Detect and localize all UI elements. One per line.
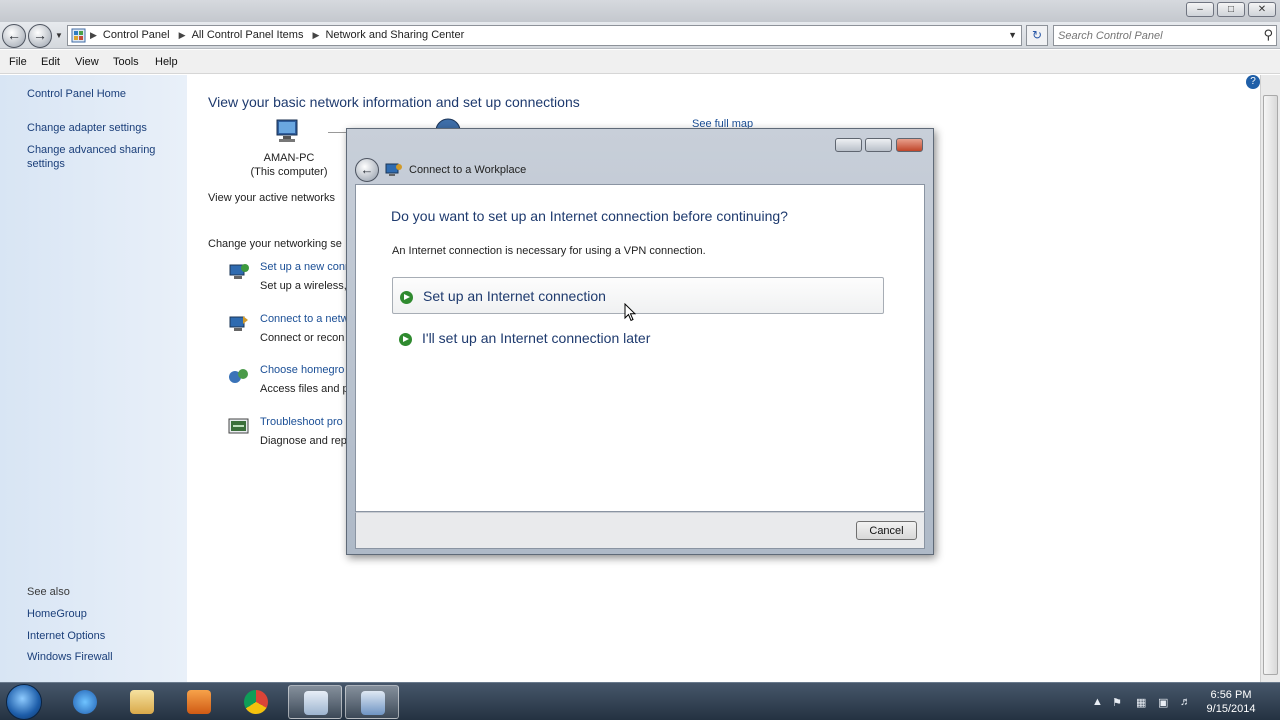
- dialog-title: Connect to a Workplace: [409, 164, 527, 176]
- see-also-heading: See also: [27, 586, 70, 598]
- workplace-network-icon: [385, 163, 402, 176]
- dialog-minimize-button[interactable]: [835, 138, 862, 152]
- taskbar-ie[interactable]: [58, 685, 112, 719]
- forward-arrow-icon[interactable]: →: [28, 24, 52, 48]
- mouse-cursor-icon: [624, 303, 636, 322]
- internet-explorer-icon: [73, 690, 97, 714]
- action-center-icon[interactable]: ⚑: [1112, 696, 1122, 709]
- dialog-question: Do you want to set up an Internet connec…: [391, 208, 788, 224]
- dialog-note: An Internet connection is necessary for …: [392, 245, 706, 257]
- menu-file[interactable]: File: [9, 56, 27, 68]
- setup-later-option[interactable]: I'll set up an Internet connection later: [392, 320, 884, 357]
- control-panel-icon: [361, 691, 385, 715]
- change-networking-heading: Change your networking se: [208, 238, 342, 250]
- breadcrumb: ▶ Control Panel ▶ All Control Panel Items …: [90, 29, 465, 41]
- minimize-button[interactable]: –: [1186, 2, 1214, 17]
- windows-firewall-link[interactable]: Windows Firewall: [27, 650, 113, 664]
- menu-view[interactable]: View: [75, 56, 99, 68]
- computer-icon: [276, 119, 298, 142]
- network-line: [328, 132, 346, 133]
- address-bar[interactable]: ▶ Control Panel ▶ All Control Panel Items …: [67, 25, 1022, 46]
- window-title-bar: – □ ✕: [0, 0, 1280, 22]
- task-link-connect-network[interactable]: Connect to a netw: [260, 313, 349, 325]
- task-desc-connect-network: Connect or recon: [260, 332, 345, 344]
- taskbar-media-player[interactable]: [172, 685, 226, 719]
- computer-name: AMAN-PC: [263, 152, 315, 164]
- menu-help[interactable]: Help: [155, 56, 178, 68]
- homegroup-icon: [229, 369, 248, 383]
- folder-icon: [130, 690, 154, 714]
- dialog-maximize-button[interactable]: [865, 138, 892, 152]
- troubleshoot-icon: [228, 418, 249, 434]
- maximize-button[interactable]: □: [1217, 2, 1245, 17]
- connect-network-icon: [229, 316, 248, 331]
- search-icon[interactable]: ⚲: [1263, 27, 1273, 43]
- task-link-new-connection[interactable]: Set up a new conn: [260, 261, 351, 273]
- computer-subtitle: (This computer): [250, 166, 328, 178]
- taskbar: ▲ ⚑ ▦ ▣ ♬ 6:56 PM 9/15/2014: [0, 682, 1280, 720]
- breadcrumb-all-items[interactable]: All Control Panel Items: [192, 29, 304, 41]
- taskbar-chrome[interactable]: [229, 685, 283, 719]
- dialog-body: Do you want to set up an Internet connec…: [355, 184, 925, 512]
- film-icon: [304, 691, 328, 715]
- clock-time: 6:56 PM: [1210, 689, 1252, 701]
- control-panel-home-link[interactable]: Control Panel Home: [27, 87, 126, 101]
- new-connection-icon: [229, 264, 249, 279]
- homegroup-link[interactable]: HomeGroup: [27, 607, 87, 621]
- system-clock[interactable]: 6:56 PM 9/15/2014: [1196, 688, 1266, 716]
- task-desc-troubleshoot: Diagnose and rep: [260, 435, 347, 447]
- close-button[interactable]: ✕: [1248, 2, 1276, 17]
- menu-tools[interactable]: Tools: [113, 56, 139, 68]
- dialog-close-button[interactable]: [896, 138, 923, 152]
- scrollbar-thumb[interactable]: [1263, 95, 1278, 675]
- refresh-icon[interactable]: ↻: [1026, 25, 1048, 46]
- search-box[interactable]: ⚲: [1053, 25, 1277, 46]
- address-toolbar: ← → ▼ ▶ Control Panel ▶ All Control Panel …: [0, 22, 1280, 49]
- change-adapter-settings-link[interactable]: Change adapter settings: [27, 121, 147, 135]
- active-networks-heading: View your active networks: [208, 192, 335, 204]
- breadcrumb-network-center[interactable]: Network and Sharing Center: [325, 29, 464, 41]
- cancel-button[interactable]: Cancel: [856, 521, 917, 540]
- address-dropdown-icon[interactable]: ▼: [1008, 30, 1017, 40]
- task-link-homegroup[interactable]: Choose homegro: [260, 364, 344, 376]
- task-desc-new-connection: Set up a wireless,: [260, 280, 347, 292]
- breadcrumb-control-panel[interactable]: Control Panel: [103, 29, 170, 41]
- page-title: View your basic network information and …: [208, 94, 580, 110]
- green-arrow-icon: [400, 291, 413, 304]
- change-advanced-sharing-link[interactable]: Change advanced sharing settings: [27, 143, 167, 171]
- device-icon[interactable]: ▣: [1158, 696, 1168, 709]
- volume-icon[interactable]: ♬: [1180, 696, 1191, 708]
- connect-workplace-dialog: ← Connect to a Workplace Do you want to …: [346, 128, 934, 555]
- menu-bar: File Edit View Tools Help: [0, 50, 1280, 74]
- this-computer-label: AMAN-PC (This computer): [229, 151, 349, 179]
- vertical-scrollbar[interactable]: [1260, 75, 1280, 682]
- task-link-troubleshoot[interactable]: Troubleshoot pro: [260, 416, 343, 428]
- taskbar-control-panel[interactable]: [345, 685, 399, 719]
- show-hidden-icons[interactable]: ▲: [1092, 696, 1103, 708]
- taskbar-explorer[interactable]: [115, 685, 169, 719]
- menu-edit[interactable]: Edit: [41, 56, 60, 68]
- clock-date: 9/15/2014: [1206, 703, 1256, 715]
- green-arrow-icon: [399, 333, 412, 346]
- chrome-icon: [244, 690, 268, 714]
- network-status-icon[interactable]: ▦: [1136, 696, 1146, 709]
- start-button[interactable]: [6, 684, 42, 720]
- task-desc-homegroup: Access files and p: [260, 383, 349, 395]
- help-icon[interactable]: ?: [1246, 75, 1260, 89]
- internet-options-link[interactable]: Internet Options: [27, 629, 105, 643]
- search-input[interactable]: [1058, 28, 1248, 43]
- back-arrow-icon[interactable]: ←: [2, 24, 26, 48]
- option-label: Set up an Internet connection: [423, 288, 606, 304]
- dialog-footer: Cancel: [355, 512, 925, 549]
- media-player-icon: [187, 690, 211, 714]
- dialog-back-arrow-icon[interactable]: ←: [355, 158, 379, 182]
- taskbar-recorder[interactable]: [288, 685, 342, 719]
- left-navigation-pane: Control Panel Home Change adapter settin…: [0, 75, 187, 682]
- option-label: I'll set up an Internet connection later: [422, 330, 651, 346]
- recent-pages-dropdown-icon[interactable]: ▼: [55, 31, 63, 40]
- control-panel-icon: [71, 28, 86, 43]
- setup-internet-connection-option[interactable]: Set up an Internet connection: [392, 277, 884, 314]
